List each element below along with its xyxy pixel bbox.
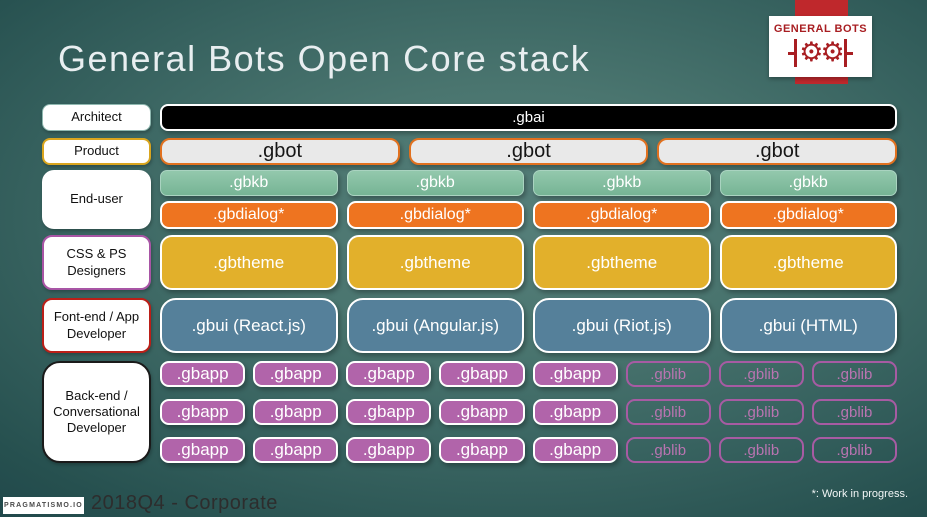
- gbapp-box: .gbapp: [160, 399, 246, 425]
- row-label-product: Product: [42, 138, 151, 165]
- gear-icon: ⚙: [820, 37, 845, 68]
- gbapp-box: .gbapp: [439, 399, 525, 425]
- row-product: Product .gbot .gbot .gbot: [42, 138, 898, 165]
- row-designers: CSS & PS Designers .gbtheme .gbtheme .gb…: [42, 235, 897, 290]
- row-label-end-user: End-user: [42, 170, 151, 229]
- row-label-frontend: Font-end / App Developer: [42, 298, 151, 353]
- gbapp-box: .gbapp: [439, 437, 525, 463]
- gblib-box: .gblib: [625, 437, 711, 463]
- row-backend: Back-end / Conversational Developer .gba…: [42, 361, 897, 463]
- slide: GENERAL BOTS ⚙ ⚙ General Bots Open Core …: [0, 0, 927, 517]
- gbdialog-box: .gbdialog*: [346, 201, 524, 229]
- gbapp-box: .gbapp: [532, 437, 618, 463]
- gbapp-box: .gbapp: [253, 361, 339, 387]
- gbapp-box: .gbapp: [160, 437, 246, 463]
- row-label-designers: CSS & PS Designers: [42, 235, 151, 290]
- gbdialog-box: .gbdialog*: [533, 201, 711, 229]
- gear-icon: ⚙: [799, 37, 823, 68]
- gbui-box: .gbui (React.js): [160, 298, 338, 353]
- logo-text: GENERAL BOTS: [773, 23, 868, 35]
- gbapp-box: .gbapp: [439, 361, 525, 387]
- gbkb-box: .gbkb: [346, 170, 524, 196]
- gbdialog-box: .gbdialog*: [160, 201, 338, 229]
- gbapp-box: .gbapp: [346, 399, 432, 425]
- row-label-architect: Architect: [42, 104, 151, 131]
- gbkb-box: .gbkb: [160, 170, 338, 196]
- gbai-box: .gbai: [160, 104, 897, 131]
- gbapp-box: .gbapp: [253, 399, 339, 425]
- gbui-box: .gbui (Angular.js): [346, 298, 524, 353]
- gbot-box: .gbot: [408, 138, 649, 165]
- pragmatismo-logo: PRAGMATISMO.IO: [3, 497, 84, 514]
- gbapp-box: .gbapp: [532, 399, 618, 425]
- gbui-box: .gbui (HTML): [719, 298, 897, 353]
- row-frontend: Font-end / App Developer .gbui (React.js…: [42, 298, 897, 353]
- gblib-box: .gblib: [718, 437, 804, 463]
- gbapp-box: .gbapp: [346, 361, 432, 387]
- gear-axle-left-icon: [788, 39, 798, 67]
- gbtheme-box: .gbtheme: [533, 235, 711, 290]
- row-label-backend: Back-end / Conversational Developer: [42, 361, 151, 463]
- gblib-box: .gblib: [811, 437, 897, 463]
- slide-caption: 2018Q4 - Corporate: [91, 492, 278, 514]
- gbapp-box: .gbapp: [253, 437, 339, 463]
- page-title: General Bots Open Core stack: [58, 38, 591, 79]
- gbtheme-box: .gbtheme: [160, 235, 338, 290]
- gbapp-box: .gbapp: [160, 361, 246, 387]
- gears-icon: ⚙ ⚙: [788, 36, 853, 70]
- row-end-user: End-user .gbkb .gbkb .gbkb .gbkb .gbdial…: [42, 170, 897, 229]
- gblib-box: .gblib: [718, 399, 804, 425]
- row-architect: Architect .gbai: [42, 104, 897, 131]
- gbapp-box: .gbapp: [346, 437, 432, 463]
- gbui-box: .gbui (Riot.js): [533, 298, 711, 353]
- gbdialog-box: .gbdialog*: [719, 201, 897, 229]
- gbkb-box: .gbkb: [533, 170, 711, 196]
- gbot-box: .gbot: [160, 138, 400, 165]
- gbot-box: .gbot: [657, 138, 898, 165]
- general-bots-logo: GENERAL BOTS ⚙ ⚙: [769, 16, 872, 77]
- gbtheme-box: .gbtheme: [719, 235, 897, 290]
- work-in-progress-note: *: Work in progress.: [811, 488, 908, 500]
- gbapp-box: .gbapp: [532, 361, 618, 387]
- gbtheme-box: .gbtheme: [346, 235, 524, 290]
- gblib-box: .gblib: [811, 399, 897, 425]
- gblib-box: .gblib: [811, 361, 897, 387]
- gblib-box: .gblib: [625, 399, 711, 425]
- gblib-box: .gblib: [625, 361, 711, 387]
- gear-axle-right-icon: [843, 39, 853, 67]
- gbkb-box: .gbkb: [719, 170, 897, 196]
- gblib-box: .gblib: [718, 361, 804, 387]
